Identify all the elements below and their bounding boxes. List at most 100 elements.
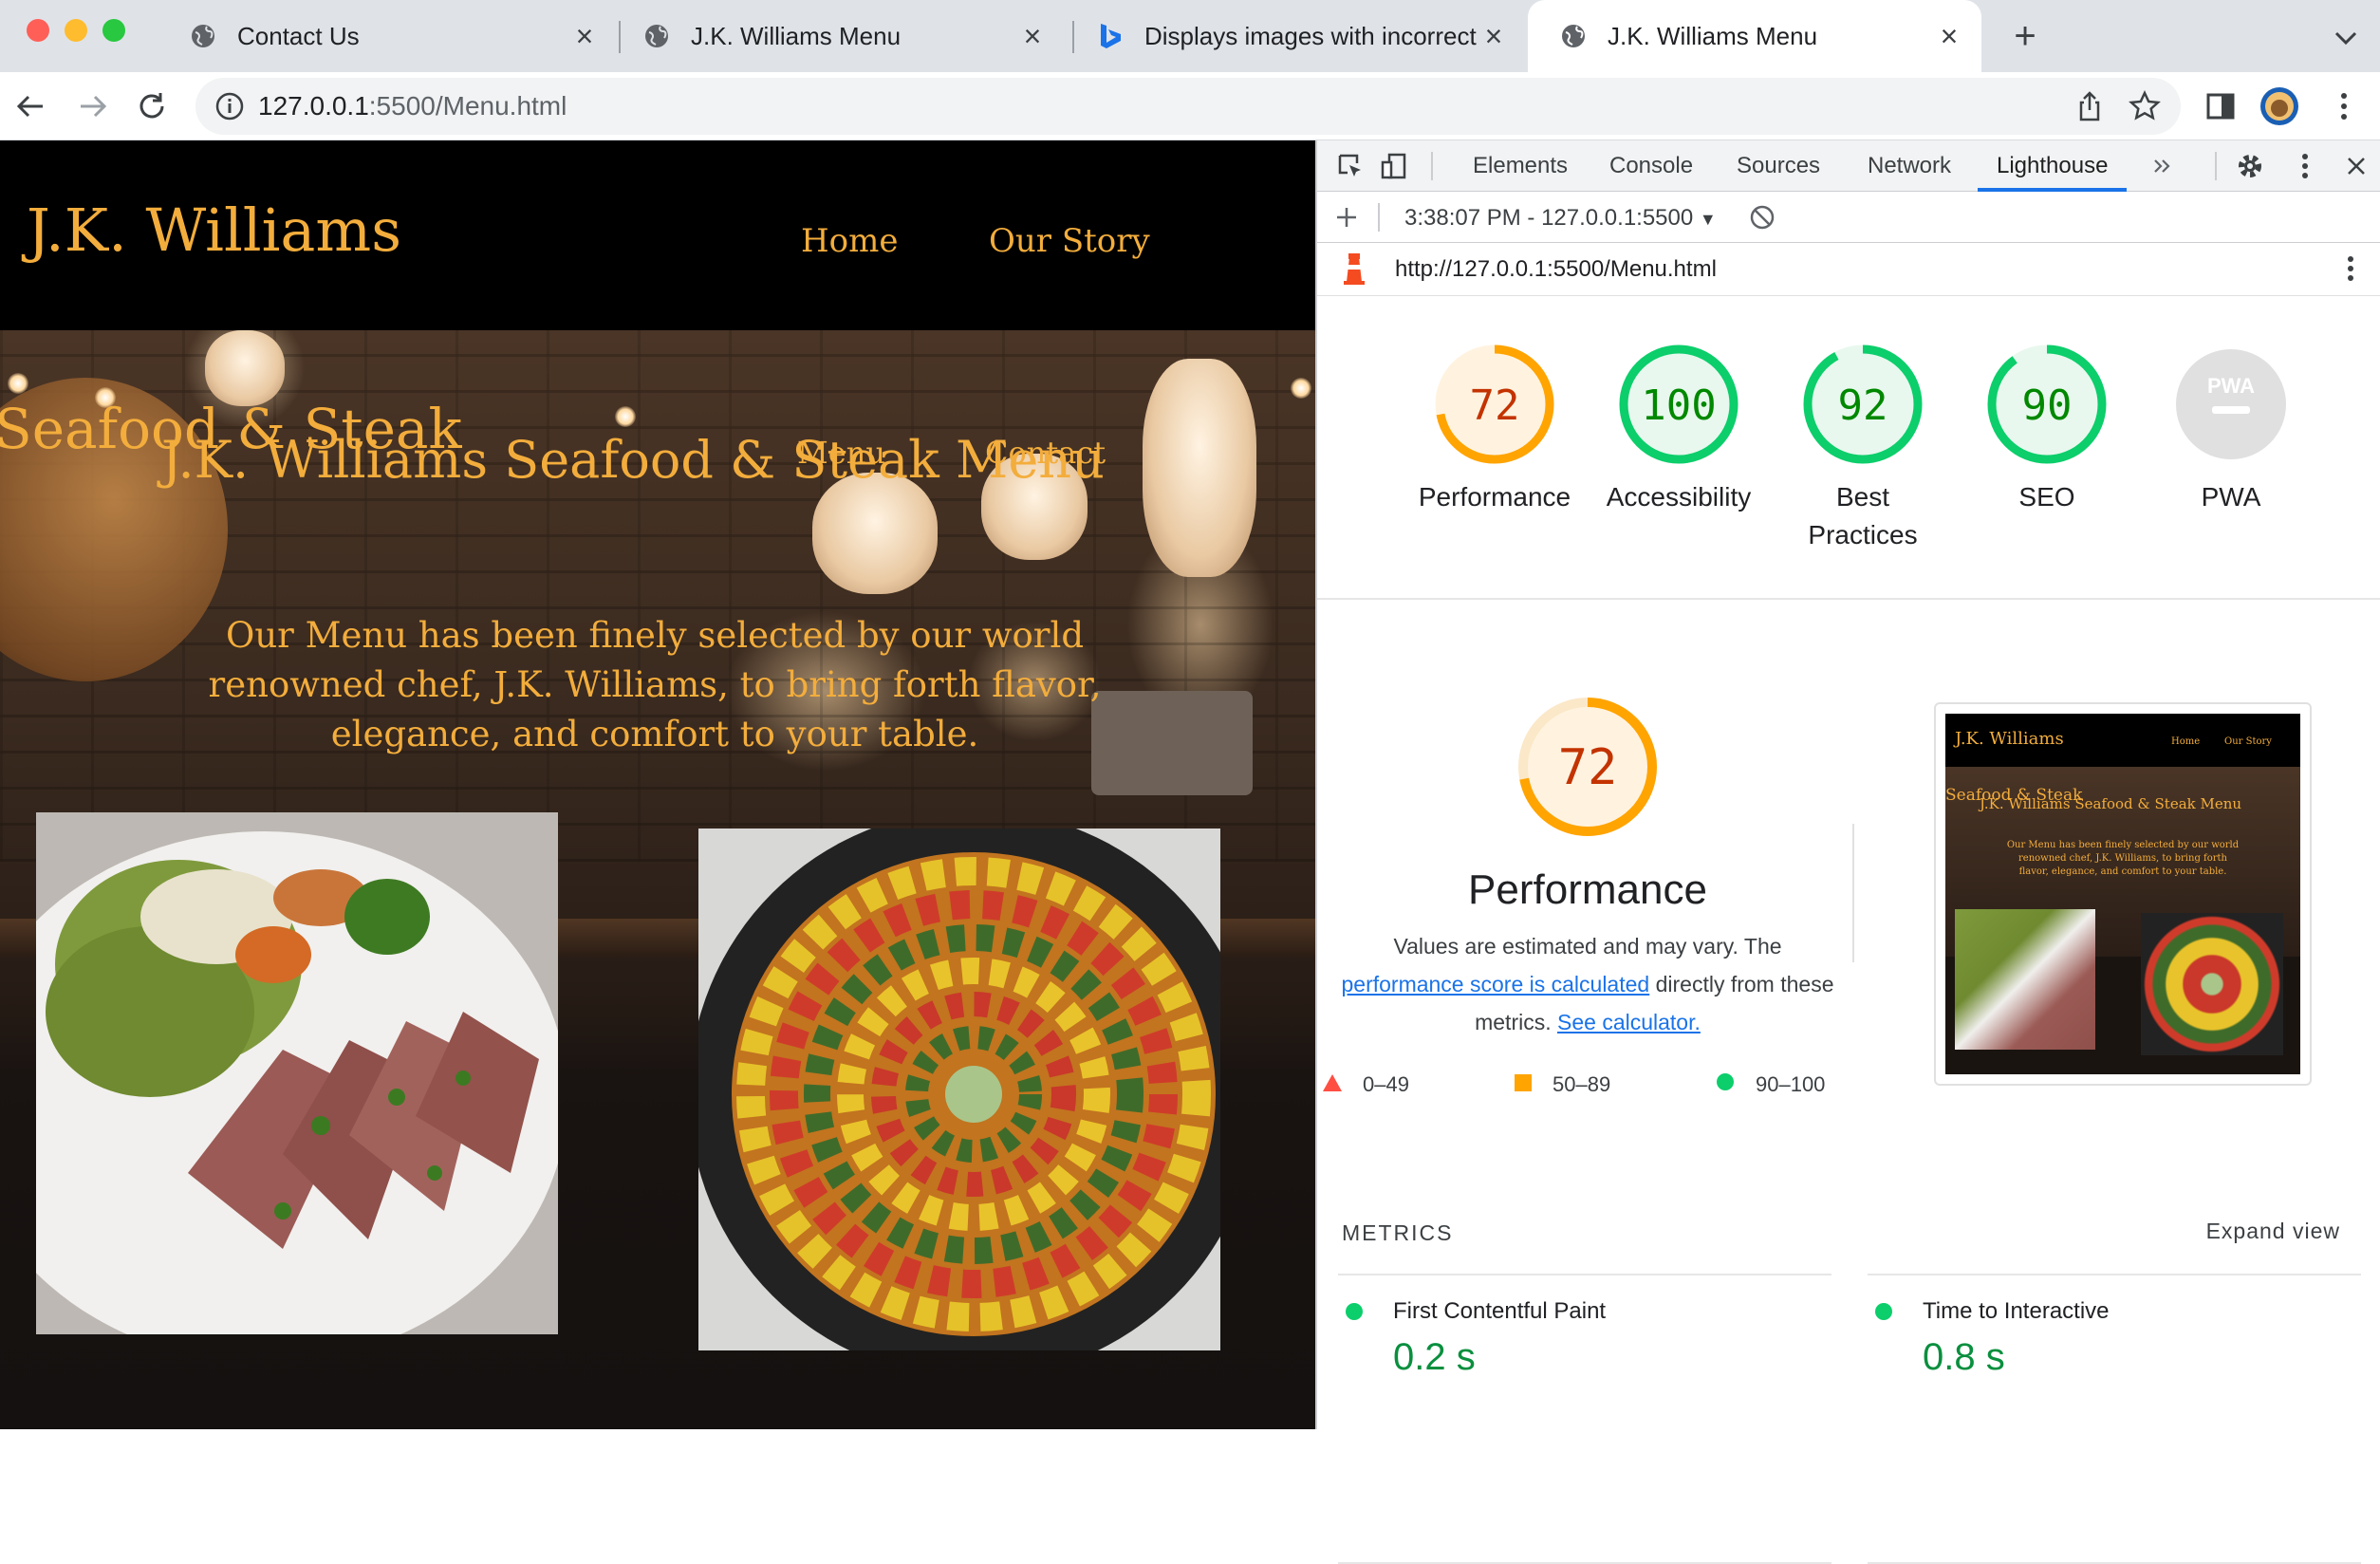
globe-icon: [188, 21, 218, 51]
side-panel-icon[interactable]: [2200, 85, 2241, 127]
toolbar-divider: [1431, 152, 1433, 180]
score-value: 72: [1470, 382, 1520, 430]
score-value: 100: [1641, 382, 1716, 430]
score-ring: 72: [1435, 344, 1554, 464]
steak-plate-image: [36, 812, 558, 1334]
reload-button[interactable]: [131, 85, 173, 127]
light-bulb: [8, 373, 28, 394]
metric-name: Time to Interactive: [1923, 1298, 2110, 1324]
site-info-icon[interactable]: [213, 89, 247, 123]
zoom-window-button[interactable]: [102, 19, 125, 42]
minimize-window-button[interactable]: [65, 19, 87, 42]
score-value: 92: [1838, 382, 1888, 430]
score-gauge[interactable]: 90 SEO: [1957, 340, 2137, 516]
score-calculated-link[interactable]: performance score is calculated: [1341, 972, 1649, 996]
bookmark-star-icon[interactable]: [2128, 89, 2162, 123]
tab-title: J.K. Williams Menu: [1608, 21, 1818, 50]
browser-tab-active[interactable]: J.K. Williams Menu ×: [1528, 0, 1981, 72]
browser-tab-contact[interactable]: Contact Us ×: [158, 0, 617, 72]
score-gauge[interactable]: 92 Best Practices: [1773, 340, 1953, 554]
performance-gauge-large: 72: [1518, 698, 1657, 836]
tab-sources[interactable]: Sources: [1737, 140, 1820, 192]
legend-average: 50–89: [1515, 1072, 1610, 1097]
thumbnail-nav-story: Our Story: [2224, 736, 2272, 747]
pwa-badge-icon: PWA: [2207, 374, 2255, 398]
score-ring: 90: [1987, 344, 2107, 464]
paper-lantern: [1143, 359, 1256, 577]
score-gauge[interactable]: 100 Accessibility: [1589, 340, 1769, 516]
browser-toolbar: 127.0.0.1:5500/Menu.html: [0, 72, 2380, 140]
nav-link-menu[interactable]: Menu: [797, 435, 885, 471]
report-url-bar: http://127.0.0.1:5500/Menu.html: [1317, 243, 2380, 296]
device-toolbar-icon[interactable]: [1378, 150, 1410, 182]
browser-menu-icon[interactable]: [2323, 85, 2365, 127]
metric-fcp: First Contentful Paint 0.2 s: [1317, 1298, 1792, 1379]
score-label: Performance: [1418, 482, 1571, 512]
see-calculator-link[interactable]: See calculator.: [1557, 1010, 1701, 1034]
url-path: :5500/Menu.html: [368, 91, 567, 121]
address-bar[interactable]: 127.0.0.1:5500/Menu.html: [195, 78, 2181, 135]
globe-icon: [1558, 21, 1589, 51]
bing-icon: [1095, 21, 1125, 51]
browser-tab-menu[interactable]: J.K. Williams Menu ×: [611, 0, 1065, 72]
score-label: SEO: [2018, 482, 2075, 512]
score-gauge[interactable]: 72 Performance: [1404, 340, 1585, 516]
legend-fail: 0–49: [1323, 1072, 1409, 1097]
close-tab-icon[interactable]: ×: [1477, 19, 1511, 53]
performance-score-large: 72: [1558, 739, 1618, 796]
close-tab-icon[interactable]: ×: [1015, 19, 1050, 53]
lighthouse-icon: [1338, 252, 1370, 285]
tab-strip: Contact Us × J.K. Williams Menu × Displa…: [0, 0, 2380, 72]
thumbnail-content: J.K. Williams Home Our Story Seafood & S…: [1945, 714, 2300, 1074]
report-menu-icon[interactable]: [2334, 252, 2367, 285]
new-tab-button[interactable]: +: [2006, 17, 2044, 55]
nav-link-our-story[interactable]: Our Story: [989, 222, 1150, 260]
back-button[interactable]: [9, 85, 51, 127]
clear-all-icon[interactable]: [1746, 201, 1778, 233]
close-window-button[interactable]: [27, 19, 49, 42]
close-devtools-icon[interactable]: [2340, 150, 2372, 182]
browser-tab-bing[interactable]: Displays images with incorrect ×: [1065, 0, 1526, 72]
score-label: Best Practices: [1808, 482, 1918, 549]
legend-range-average: 50–89: [1553, 1072, 1611, 1096]
settings-gear-icon[interactable]: [2234, 150, 2266, 182]
green-circle-icon: [1716, 1072, 1735, 1097]
devtools-menu-icon[interactable]: [2289, 150, 2321, 182]
new-report-plus-icon[interactable]: [1330, 201, 1363, 233]
pass-dot-icon: [1875, 1303, 1892, 1320]
vertical-divider: [1852, 824, 1854, 962]
more-tabs-icon[interactable]: [2147, 150, 2179, 182]
close-tab-icon[interactable]: ×: [567, 19, 602, 53]
forward-button[interactable]: [72, 85, 114, 127]
legend-pass: 90–100: [1716, 1072, 1825, 1097]
paper-lantern: [812, 473, 938, 594]
orange-square-icon: [1515, 1072, 1532, 1097]
tab-elements[interactable]: Elements: [1473, 140, 1568, 192]
report-selector[interactable]: 3:38:07 PM - 127.0.0.1:5500 ▼: [1404, 205, 1717, 232]
tab-console[interactable]: Console: [1609, 140, 1693, 192]
metrics-heading: METRICS: [1342, 1220, 1454, 1245]
legend-range-pass: 90–100: [1756, 1072, 1826, 1096]
page-screenshot-thumbnail[interactable]: J.K. Williams Home Our Story Seafood & S…: [1934, 702, 2312, 1086]
score-ring: 100: [1619, 344, 1739, 464]
profile-avatar[interactable]: [2259, 85, 2300, 127]
tab-lighthouse[interactable]: Lighthouse: [1978, 140, 2128, 192]
score-label: PWA: [2201, 482, 2261, 512]
nav-link-home[interactable]: Home: [801, 222, 898, 260]
site-logo[interactable]: J.K. Williams: [27, 196, 401, 265]
thumbnail-ratatouille-image: [2141, 913, 2283, 1055]
globe-icon: [641, 21, 672, 51]
toolbar-divider: [2215, 152, 2217, 180]
thumbnail-logo: J.K. Williams: [1955, 729, 2064, 749]
close-tab-icon[interactable]: ×: [1932, 19, 1966, 53]
tab-network[interactable]: Network: [1868, 140, 1951, 192]
description-text: Values are estimated and may vary. The: [1393, 934, 1782, 959]
url-text[interactable]: 127.0.0.1:5500/Menu.html: [258, 91, 567, 121]
score-gauge[interactable]: PWA PWA: [2141, 340, 2321, 516]
paper-lantern: [205, 330, 285, 406]
inspect-element-icon[interactable]: [1334, 150, 1367, 182]
tab-search-chevron-icon[interactable]: [2327, 19, 2365, 57]
expand-view-toggle[interactable]: Expand view: [2206, 1219, 2340, 1244]
share-icon[interactable]: [2073, 89, 2107, 123]
nav-link-contact[interactable]: Contact: [985, 435, 1106, 471]
